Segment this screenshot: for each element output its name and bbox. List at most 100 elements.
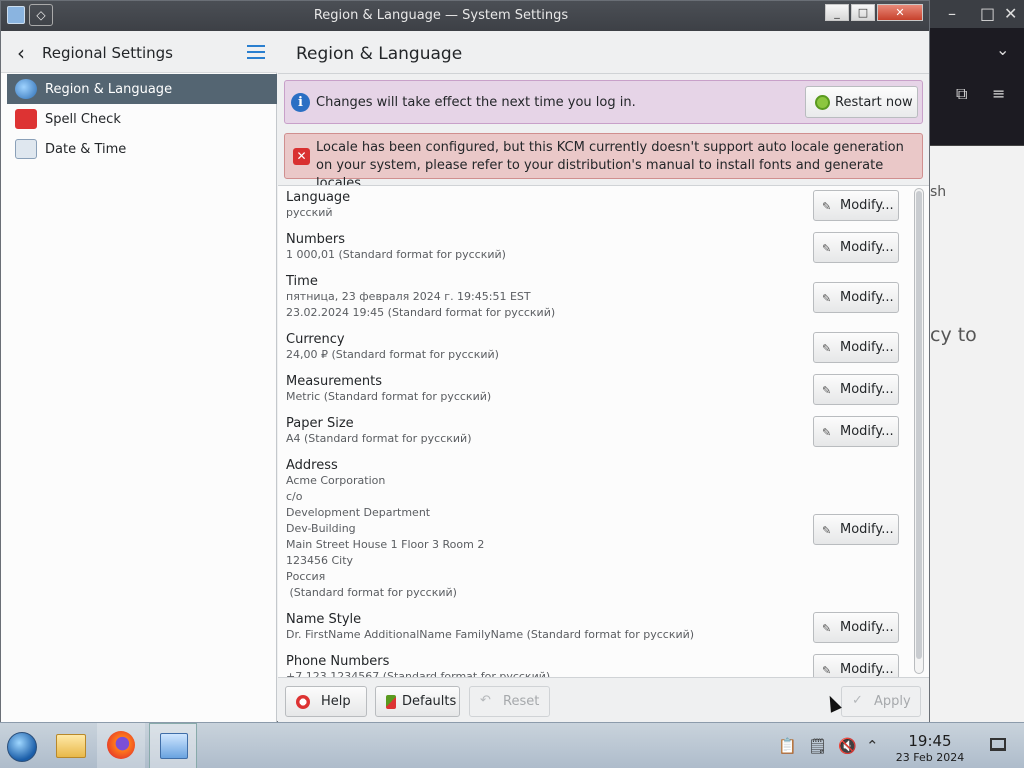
edit-pencil-icon: ✎ [822,200,832,213]
minimize-icon[interactable]: – [948,4,956,23]
modify-label: Modify... [840,382,894,397]
edit-pencil-icon: ✎ [822,524,832,537]
sidebar-header: ‹ Regional Settings [1,31,277,73]
edit-pencil-icon: ✎ [822,622,832,635]
content-panel: Region & Language i Changes will take ef… [278,31,929,723]
reset-icon: ↶ [480,693,491,708]
system-settings-window: ◇ Region & Language — System Settings _ … [0,0,930,723]
window-title: Region & Language — System Settings [313,8,569,23]
restart-icon [815,95,830,110]
maximize-icon[interactable]: □ [980,4,995,23]
modify-address-button[interactable]: ✎ Modify... [813,514,899,545]
modify-label: Modify... [840,620,894,635]
address-line: 123456 City [286,554,354,567]
clipboard-icon[interactable]: 📋 [778,737,797,755]
folder-icon [56,734,86,758]
close-button[interactable]: ✕ [877,4,923,21]
clock-date: 23 Feb 2024 [895,751,965,764]
restart-now-label: Restart now [835,95,913,110]
background-text-fragment: cy to [930,324,977,346]
sidebar: ‹ Regional Settings Region & Language Sp… [1,31,277,723]
menu-icon[interactable]: ≡ [992,84,1005,103]
page-title: Region & Language [296,44,463,64]
modify-label: Modify... [840,662,894,677]
chevron-down-icon[interactable]: ⌄ [996,40,1009,59]
modify-label: Modify... [840,290,894,305]
edit-pencil-icon: ✎ [822,384,832,397]
reset-label: Reset [503,694,540,709]
modify-time-button[interactable]: ✎ Modify... [813,282,899,313]
sidebar-item-label: Spell Check [45,112,121,127]
close-icon[interactable]: ✕ [1004,4,1017,23]
checkmark-icon: ✓ [852,693,863,708]
clock-time: 19:45 [908,732,952,750]
start-orb-icon [7,732,37,762]
modify-language-button[interactable]: ✎ Modify... [813,190,899,221]
minimize-button[interactable]: _ [825,4,849,21]
taskbar-system-settings[interactable] [149,723,197,768]
sidebar-item-label: Date & Time [45,142,127,157]
globe-icon [15,79,37,99]
modify-currency-button[interactable]: ✎ Modify... [813,332,899,363]
apply-button[interactable]: ✓ Apply [841,686,921,717]
system-settings-icon [160,733,188,759]
spell-check-icon [15,109,37,129]
address-line: c/o [286,490,303,503]
volume-muted-icon[interactable]: 🔇 [838,737,857,755]
taskbar-file-manager[interactable] [47,723,95,768]
back-arrow-icon[interactable]: ‹ [17,41,25,65]
address-line: (Standard format for русский) [286,586,457,599]
clock[interactable]: 19:45 23 Feb 2024 [880,732,980,764]
modify-label: Modify... [840,340,894,355]
info-banner: i Changes will take effect the next time… [284,80,923,124]
help-button[interactable]: Help [285,686,367,717]
header-divider [278,73,929,74]
date-time-icon [15,139,37,159]
restart-now-button[interactable]: Restart now [805,86,918,118]
modify-label: Modify... [840,522,894,537]
info-message: Changes will take effect the next time y… [316,95,636,110]
background-window-titlebar: – □ ✕ [930,0,1024,28]
background-browser-window: – □ ✕ ⌄ ⧉ ≡ sh cy to [930,0,1024,722]
modify-numbers-button[interactable]: ✎ Modify... [813,232,899,263]
vertical-scrollbar[interactable] [914,188,924,674]
edit-pencil-icon: ✎ [822,342,832,355]
setting-name: Address [286,458,338,473]
modify-phone-numbers-button[interactable]: ✎ Modify... [813,654,899,677]
hamburger-menu-icon[interactable] [247,45,265,63]
reset-button[interactable]: ↶ Reset [469,686,550,717]
chevron-up-icon[interactable]: ⌃ [866,737,879,755]
modify-label: Modify... [840,198,894,213]
sidebar-item-date-time[interactable]: Date & Time [7,134,277,164]
error-banner: ✕ Locale has been configured, but this K… [284,133,923,191]
edit-pencil-icon: ✎ [822,242,832,255]
modify-name-style-button[interactable]: ✎ Modify... [813,612,899,643]
defaults-button[interactable]: Defaults [375,686,460,717]
modify-paper-size-button[interactable]: ✎ Modify... [813,416,899,447]
start-menu-button[interactable] [0,723,48,768]
help-icon [296,695,310,709]
scrollbar-thumb[interactable] [916,191,922,659]
address-line: Россия [286,570,326,583]
extensions-icon[interactable]: ⧉ [956,84,967,104]
sidebar-title: Regional Settings [42,44,174,62]
background-window-toolbar: ⌄ ⧉ ≡ [930,28,1024,146]
maximize-button[interactable]: □ [851,4,875,21]
settings-list: Language русский ✎ Modify... Numbers 1 00… [278,185,929,677]
help-label: Help [321,694,351,709]
firefox-icon [107,731,135,759]
taskbar: 📋 🗒 🔇 ⌃ 19:45 23 Feb 2024 [0,722,1024,768]
sidebar-item-spell-check[interactable]: Spell Check [7,104,277,134]
edit-pencil-icon: ✎ [822,292,832,305]
window-titlebar[interactable]: ◇ Region & Language — System Settings _ … [1,1,929,31]
sidebar-item-label: Region & Language [45,82,173,97]
edit-pencil-icon: ✎ [822,664,832,677]
show-desktop-icon[interactable] [990,738,1006,751]
modify-label: Modify... [840,240,894,255]
sidebar-item-region-language[interactable]: Region & Language [7,74,277,104]
modify-measurements-button[interactable]: ✎ Modify... [813,374,899,405]
error-icon: ✕ [293,148,310,165]
defaults-icon [386,695,396,709]
notes-icon[interactable]: 🗒 [808,737,827,755]
taskbar-firefox[interactable] [97,723,145,768]
